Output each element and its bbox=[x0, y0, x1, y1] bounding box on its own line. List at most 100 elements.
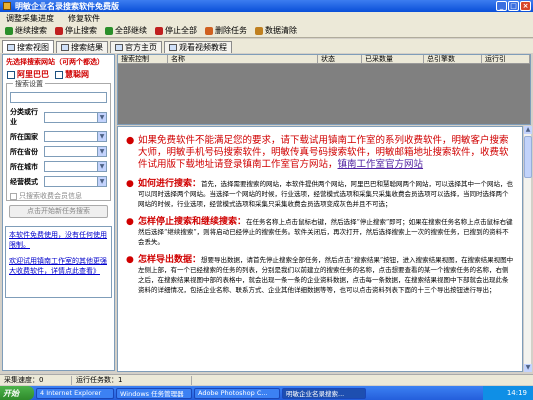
site-select-header: 先选择搜索网站（可两个都选） bbox=[6, 58, 104, 66]
close-icon[interactable]: × bbox=[520, 1, 531, 11]
windows-taskbar: 开始 4 Internet Explorer Windows 任务管理器 Ado… bbox=[0, 386, 533, 400]
app-icon bbox=[3, 2, 11, 10]
stop-search-button[interactable]: 停止搜索 bbox=[52, 25, 100, 37]
video-icon bbox=[169, 44, 177, 51]
scroll-down-icon[interactable]: ▼ bbox=[524, 364, 532, 372]
col-total-engines[interactable]: 总引擎数 bbox=[424, 55, 482, 63]
paid-software-link[interactable]: 欢迎试用镇南工作室的其他更强大收费软件，详情点此查看》 bbox=[9, 256, 108, 276]
scroll-up-icon[interactable]: ▲ bbox=[524, 126, 532, 134]
chevron-down-icon: ▼ bbox=[97, 177, 106, 186]
collect-speed-status: 采集速度：0 bbox=[0, 375, 72, 385]
industry-label: 分类或行业 bbox=[10, 108, 38, 126]
intro-paragraph: ● 如果免费软件不能满足您的要求，请下载试用镇南工作室的系列收费软件，明敏客户搜… bbox=[126, 135, 514, 171]
help-section-export: ● 怎样导出数据：想要导出数据，请首先停止搜索全部任务，然后点击“搜索结果”按钮… bbox=[126, 255, 514, 295]
clear-data-label: 数据清除 bbox=[265, 26, 297, 35]
stop-all-label: 停止全部 bbox=[165, 26, 197, 35]
status-bar: 采集速度：0 运行任务数：1 bbox=[0, 374, 533, 385]
country-label: 所在国家 bbox=[10, 132, 38, 141]
intro-text: 如果免费软件不能满足您的要求，请下载试用镇南工作室的系列收费软件，明敏客户搜索大… bbox=[138, 135, 509, 170]
content-scrollbar[interactable]: ▲ ▼ bbox=[523, 126, 532, 372]
section-title: 如何进行搜索： bbox=[138, 179, 202, 189]
search-settings-legend: 搜索设置 bbox=[13, 79, 45, 89]
col-status[interactable]: 状态 bbox=[318, 55, 362, 63]
search-sidebar: 先选择搜索网站（可两个都选） 阿里巴巴 慧聪网 搜索设置 分类或行业 ▼ 所在国… bbox=[2, 54, 115, 371]
chevron-down-icon: ▼ bbox=[97, 162, 106, 171]
task-grid: 搜索控制 名称 状态 已采数量 总引擎数 运行引 bbox=[117, 54, 531, 125]
delete-icon bbox=[205, 26, 213, 35]
menu-bar: 调整采集进度 修复软件 bbox=[0, 12, 533, 24]
tab-video-tutorial[interactable]: 观看视频教程 bbox=[164, 41, 232, 53]
hc360-checkbox[interactable]: 慧聪网 bbox=[55, 69, 89, 80]
tab-label: 观看视频教程 bbox=[179, 43, 227, 52]
country-select[interactable]: ▼ bbox=[44, 131, 107, 142]
help-section-search: ● 如何进行搜索：首先，选择需要搜索的网站，本软件提供两个网站，阿里巴巴和慧聪网… bbox=[126, 179, 514, 209]
tab-search-results[interactable]: 搜索结果 bbox=[56, 41, 108, 53]
stop-all-button[interactable]: 停止全部 bbox=[152, 25, 200, 37]
industry-select[interactable]: ▼ bbox=[44, 111, 107, 123]
col-running-engines[interactable]: 运行引 bbox=[482, 55, 530, 63]
bullet-icon: ● bbox=[126, 217, 134, 227]
promo-links: 本软件免费使用，没有任何使用限制。 欢迎试用镇南工作室的其他更强大收费软件，详情… bbox=[5, 226, 112, 298]
paid-members-only-label: 只搜索收费会员信息 bbox=[19, 192, 82, 200]
free-notice-link[interactable]: 本软件免费使用，没有任何使用限制。 bbox=[9, 230, 108, 250]
chevron-down-icon: ▼ bbox=[97, 132, 106, 141]
menu-repair[interactable]: 修复软件 bbox=[68, 13, 100, 24]
taskbar-item-mingmin[interactable]: 明敏企业名录搜索... bbox=[282, 387, 366, 399]
minimize-icon[interactable]: _ bbox=[496, 1, 507, 11]
keyword-input[interactable] bbox=[10, 92, 107, 103]
help-section-stop-continue: ● 怎样停止搜索和继续搜索：在任务名称上点击鼠标右键，然后选择“停止搜索”即可；… bbox=[126, 217, 514, 247]
delete-task-label: 删除任务 bbox=[215, 26, 247, 35]
taskbar-item-task-manager[interactable]: Windows 任务管理器 bbox=[116, 387, 192, 399]
continue-search-button[interactable]: 继续搜索 bbox=[2, 25, 50, 37]
view-tabs: 搜索视图 搜索结果 官方主页 观看视频教程 bbox=[0, 39, 533, 53]
running-tasks-status: 运行任务数：1 bbox=[72, 375, 192, 385]
monitor-icon bbox=[7, 43, 15, 51]
scroll-thumb[interactable] bbox=[524, 136, 532, 178]
maximize-icon[interactable]: □ bbox=[508, 1, 519, 11]
clear-icon bbox=[255, 26, 263, 35]
window-title: 明敏企业名录搜索软件免费版 bbox=[15, 1, 119, 11]
col-name[interactable]: 名称 bbox=[168, 55, 318, 63]
taskbar-item-photoshop[interactable]: Adobe Photoshop C... bbox=[194, 387, 280, 399]
tab-official-site[interactable]: 官方主页 bbox=[110, 41, 162, 53]
province-label: 所在省份 bbox=[10, 147, 38, 156]
business-mode-label: 经营模式 bbox=[10, 177, 38, 186]
col-search-control[interactable]: 搜索控制 bbox=[118, 55, 168, 63]
province-select[interactable]: ▼ bbox=[44, 146, 107, 157]
start-new-task-button[interactable]: 点击开始新任务搜索 bbox=[9, 205, 108, 218]
tab-search-view[interactable]: 搜索视图 bbox=[2, 40, 54, 53]
clear-data-button[interactable]: 数据清除 bbox=[252, 25, 300, 37]
tab-label: 官方主页 bbox=[125, 43, 157, 52]
start-button[interactable]: 开始 bbox=[0, 386, 34, 400]
stop-icon bbox=[55, 26, 63, 35]
delete-task-button[interactable]: 删除任务 bbox=[202, 25, 250, 37]
checkbox-box bbox=[10, 192, 17, 200]
home-icon bbox=[115, 44, 123, 51]
taskbar-item-ie[interactable]: 4 Internet Explorer bbox=[36, 387, 114, 399]
city-label: 所在城市 bbox=[10, 162, 38, 171]
official-site-link[interactable]: 镇南工作室官方网站 bbox=[338, 159, 424, 170]
table-icon bbox=[61, 44, 69, 51]
bullet-icon: ● bbox=[126, 255, 134, 265]
grid-header: 搜索控制 名称 状态 已采数量 总引擎数 运行引 bbox=[118, 55, 530, 64]
toolbar: 继续搜索 停止搜索 全部继续 停止全部 删除任务 数据清除 bbox=[0, 24, 533, 38]
clock: 14:19 bbox=[506, 389, 527, 397]
play-all-icon bbox=[105, 26, 113, 35]
city-select[interactable]: ▼ bbox=[44, 161, 107, 172]
tab-label: 搜索视图 bbox=[17, 42, 49, 52]
play-icon bbox=[5, 26, 13, 35]
business-mode-select[interactable]: ▼ bbox=[44, 176, 107, 187]
section-title: 怎样导出数据： bbox=[138, 255, 202, 265]
paid-members-only-checkbox[interactable]: 只搜索收费会员信息 bbox=[10, 191, 107, 201]
chevron-down-icon: ▼ bbox=[97, 112, 106, 122]
window-titlebar: 明敏企业名录搜索软件免费版 _ □ × bbox=[0, 0, 533, 12]
col-collected[interactable]: 已采数量 bbox=[362, 55, 424, 63]
stop-all-icon bbox=[155, 26, 163, 35]
tab-label: 搜索结果 bbox=[71, 43, 103, 52]
continue-all-button[interactable]: 全部继续 bbox=[102, 25, 150, 37]
bullet-icon: ● bbox=[126, 179, 134, 189]
menu-adjust-progress[interactable]: 调整采集进度 bbox=[6, 13, 54, 24]
continue-search-label: 继续搜索 bbox=[15, 26, 47, 35]
bullet-icon: ● bbox=[126, 135, 135, 146]
checkbox-box bbox=[7, 70, 15, 79]
